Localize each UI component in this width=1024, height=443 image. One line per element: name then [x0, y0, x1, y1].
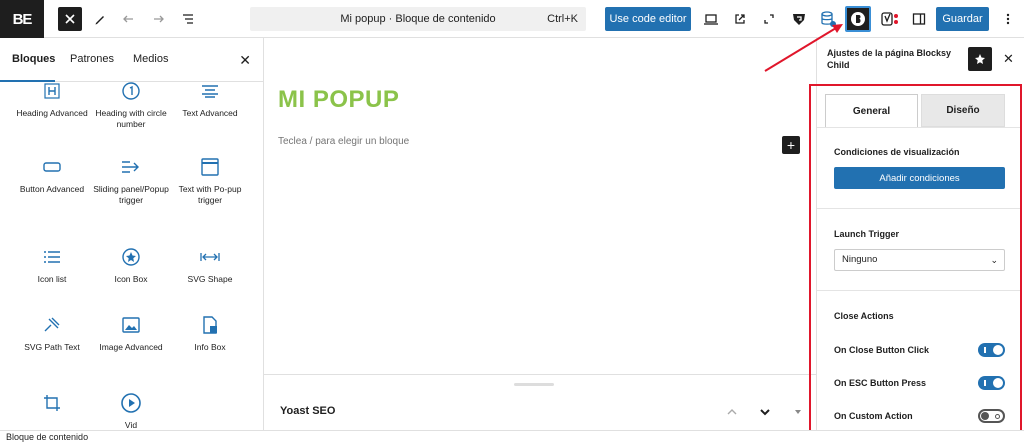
caret-down-icon[interactable] [794, 409, 802, 415]
database-icon [821, 11, 836, 27]
expand-icon [764, 14, 774, 24]
close-icon [65, 14, 75, 24]
chevron-down-icon[interactable] [759, 407, 771, 417]
block-placeholder[interactable]: Teclea / para elegir un bloque [278, 136, 409, 147]
block-info-box[interactable]: Info Box [170, 314, 250, 353]
block-svg-path-text[interactable]: SVG Path Text [12, 314, 92, 353]
block-inserter-button[interactable] [58, 7, 82, 31]
block-icon-list[interactable]: Icon list [12, 246, 92, 285]
circle-number-icon [122, 82, 140, 100]
star-circle-icon [122, 248, 140, 266]
breadcrumb[interactable]: Bloque de contenido [6, 432, 88, 442]
save-button[interactable]: Guardar [936, 7, 989, 31]
database-plugin-button[interactable] [816, 7, 840, 31]
highlight-box [809, 84, 1022, 437]
blocksy-icon [851, 12, 865, 26]
tools-button[interactable] [88, 7, 112, 31]
list-icon [44, 251, 60, 263]
image-icon [122, 317, 140, 333]
list-view-icon [183, 14, 193, 24]
redo-icon [154, 15, 164, 23]
more-vertical-icon [1006, 13, 1010, 25]
view-post-button[interactable] [728, 7, 752, 31]
text-align-icon [202, 85, 218, 98]
width-arrows-icon [200, 253, 220, 261]
yoast-seo-panel: Yoast SEO [264, 374, 816, 430]
code-editor-button[interactable]: Use code editor [605, 7, 691, 31]
shortcut-hint: Ctrl+K [547, 13, 578, 25]
external-link-icon [735, 14, 745, 24]
path-text-icon [44, 317, 60, 332]
block-label: Info Box [194, 342, 226, 352]
heading-h-icon [44, 83, 60, 99]
button-icon [43, 162, 61, 172]
block-label: Sliding panel/Popup trigger [93, 184, 169, 205]
block-heading-circle-number[interactable]: Heading with circle number [91, 80, 171, 129]
block-heading-advanced[interactable]: Heading Advanced [12, 80, 92, 119]
settings-panel-button[interactable] [907, 7, 931, 31]
redo-button[interactable] [146, 7, 170, 31]
sidebar-toggle-icon [912, 13, 926, 25]
window-icon [201, 158, 219, 176]
block-label: Heading with circle number [95, 108, 167, 129]
blocksy-settings-button[interactable] [845, 6, 871, 32]
fullscreen-button[interactable] [757, 7, 781, 31]
block-label: Icon Box [114, 274, 148, 284]
block-image-advanced[interactable]: Image Advanced [91, 314, 171, 353]
block-button-advanced[interactable]: Button Advanced [12, 156, 92, 195]
block-text-advanced[interactable]: Text Advanced [170, 80, 250, 119]
add-block-button[interactable]: + [782, 136, 800, 154]
block-sliding-panel[interactable]: Sliding panel/Popup trigger [91, 156, 171, 205]
yoast-seo-label[interactable]: Yoast SEO [280, 405, 335, 417]
preview-button[interactable] [699, 7, 723, 31]
close-inserter-button[interactable]: ✕ [239, 52, 251, 69]
panel-heading: Ajustes de la página Blocksy Child [827, 48, 952, 70]
editor-canvas: MI POPUP Teclea / para elegir un bloque … [264, 38, 816, 430]
block-label: Vid [124, 420, 138, 430]
status-bar: Bloque de contenido [0, 430, 1024, 442]
command-palette[interactable]: Mi popup · Bloque de contenido Ctrl+K [250, 7, 586, 31]
block-label: Button Advanced [19, 184, 85, 194]
block-icon-box[interactable]: Icon Box [91, 246, 171, 285]
block-label: SVG Path Text [24, 342, 80, 352]
site-logo[interactable]: BE [0, 0, 44, 38]
pin-button[interactable] [968, 47, 992, 71]
block-svg-shape[interactable]: SVG Shape [170, 246, 250, 285]
undo-button[interactable] [117, 7, 141, 31]
block-crop[interactable] [12, 392, 92, 420]
block-label: Image Advanced [99, 342, 163, 352]
tab-medios[interactable]: Medios [133, 53, 168, 65]
block-label: Text Advanced [182, 108, 238, 118]
info-doc-icon [203, 316, 217, 334]
g-shield-icon [793, 14, 805, 25]
yoast-icon [881, 12, 898, 26]
options-menu-button[interactable] [996, 7, 1020, 31]
chevron-up-icon[interactable] [726, 407, 738, 417]
inserter-tabs: Bloques Patrones Medios ✕ [0, 38, 263, 82]
document-title: Mi popup · Bloque de contenido [340, 13, 496, 25]
gutenberg-plugin-button[interactable] [787, 7, 811, 31]
star-icon [975, 54, 985, 64]
block-label: SVG Shape [187, 274, 233, 284]
play-circle-icon [121, 393, 141, 413]
arrow-right-lines-icon [122, 161, 139, 173]
laptop-icon [704, 14, 718, 25]
undo-icon [123, 15, 133, 23]
crop-icon [44, 395, 60, 411]
block-text-popup-trigger[interactable]: Text with Po-pup trigger [170, 156, 250, 205]
tab-bloques[interactable]: Bloques [12, 53, 55, 65]
block-label: Text with Po-pup trigger [178, 184, 242, 205]
yoast-button[interactable] [878, 7, 902, 31]
resize-handle[interactable] [514, 383, 554, 386]
block-inserter-panel: Bloques Patrones Medios ✕ Heading Advanc… [0, 38, 264, 430]
tab-patrones[interactable]: Patrones [70, 53, 114, 65]
block-label: Icon list [37, 274, 67, 284]
block-video[interactable]: Vid [91, 392, 171, 430]
pencil-icon [95, 16, 104, 25]
document-overview-button[interactable] [176, 7, 200, 31]
block-label: Heading Advanced [16, 108, 88, 118]
page-title[interactable]: MI POPUP [278, 86, 399, 114]
close-panel-button[interactable]: ✕ [1003, 51, 1014, 67]
top-toolbar: BE Mi popup · Bloque de contenido Ctrl+K… [0, 0, 1024, 38]
